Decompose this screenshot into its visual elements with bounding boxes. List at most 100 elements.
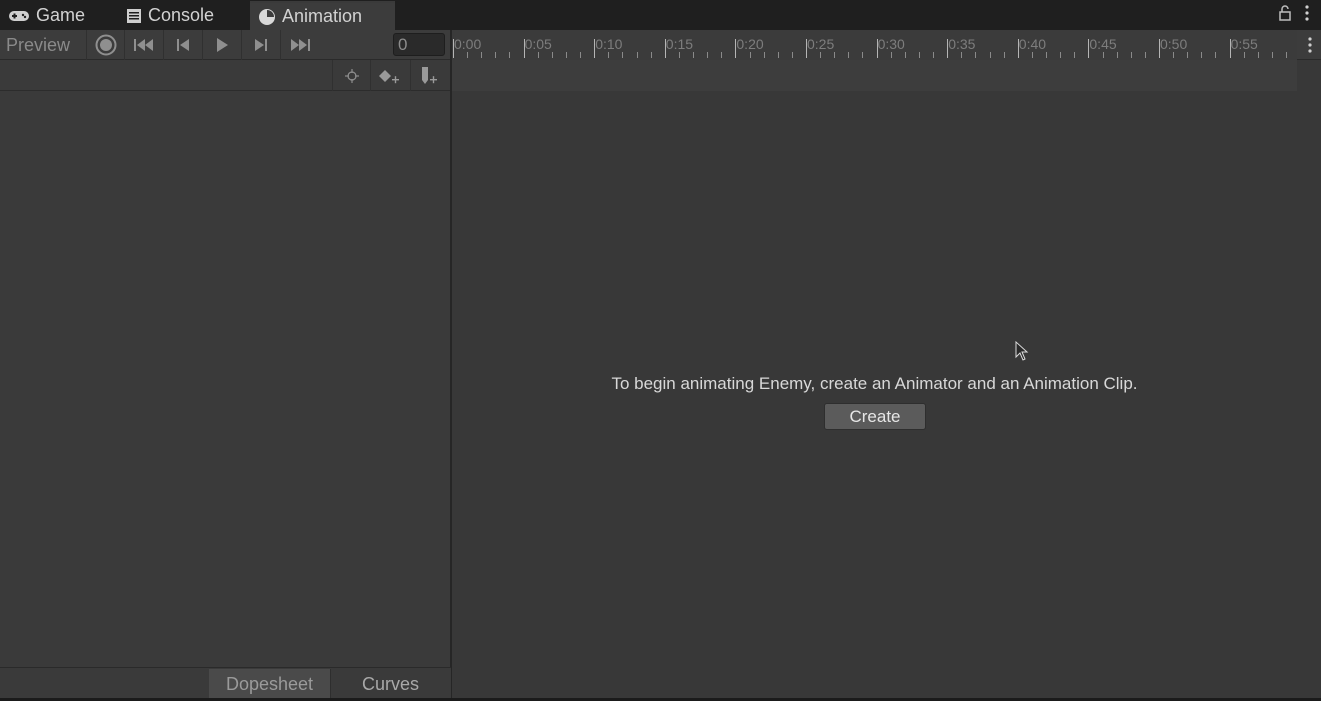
ruler-minor-tick bbox=[678, 52, 680, 58]
ruler-minor-tick bbox=[791, 52, 793, 58]
tab-animation-label: Animation bbox=[282, 6, 363, 26]
tab-curves[interactable]: Curves bbox=[330, 669, 450, 699]
first-key-button[interactable] bbox=[124, 30, 162, 60]
ruler-minor-tick bbox=[848, 52, 850, 58]
ruler-minor-tick bbox=[707, 52, 709, 58]
tab-animation[interactable]: Animation bbox=[250, 1, 395, 30]
ruler-minor-tick bbox=[1003, 52, 1005, 58]
ruler-tick-label: 0:10 bbox=[595, 36, 623, 52]
ruler-minor-tick bbox=[749, 52, 751, 58]
ruler-minor-tick bbox=[1201, 52, 1203, 58]
ruler-tick-label: 0:25 bbox=[807, 36, 835, 52]
ruler-minor-tick bbox=[1215, 52, 1217, 58]
view-mode-bar: Dopesheet Curves bbox=[0, 667, 451, 699]
lock-icon[interactable] bbox=[1279, 5, 1291, 21]
tab-game[interactable]: Game bbox=[0, 1, 112, 30]
ruler-minor-tick bbox=[1173, 52, 1175, 58]
first-key-icon bbox=[133, 39, 153, 51]
kebab-menu-icon bbox=[1307, 37, 1312, 53]
ruler-minor-tick bbox=[904, 52, 906, 58]
window-controls bbox=[1279, 5, 1309, 21]
timeline-ruler[interactable]: 0:00 0:05 0:10 0:15 0:20 0:25 0:30 0:35 0:40 0:45… bbox=[451, 30, 1297, 60]
preview-toggle[interactable]: Preview bbox=[0, 30, 86, 60]
ruler-minor-tick bbox=[1243, 52, 1245, 58]
play-button[interactable] bbox=[202, 30, 240, 60]
ruler-minor-tick bbox=[495, 52, 497, 58]
ruler-minor-tick bbox=[721, 52, 723, 58]
ruler-minor-tick bbox=[565, 52, 567, 58]
property-list-pane bbox=[0, 91, 451, 667]
add-event-icon bbox=[421, 66, 437, 84]
ruler-minor-tick bbox=[693, 52, 695, 58]
gamepad-icon bbox=[9, 10, 29, 21]
ruler-minor-tick bbox=[580, 52, 582, 58]
ruler-minor-tick bbox=[862, 52, 864, 58]
ruler-minor-tick bbox=[1130, 52, 1132, 58]
ruler-minor-tick bbox=[467, 52, 469, 58]
timeline-pane[interactable] bbox=[452, 91, 1321, 698]
timeline-options[interactable] bbox=[1298, 30, 1321, 60]
prev-key-button[interactable] bbox=[163, 30, 201, 60]
ruler-minor-tick bbox=[933, 52, 935, 58]
add-keyframe-icon bbox=[378, 69, 399, 83]
ruler-minor-tick bbox=[622, 52, 624, 58]
mouse-cursor-icon bbox=[1015, 341, 1029, 361]
frame-number-field[interactable]: 0 bbox=[393, 33, 445, 56]
ruler-tick-label: 0:05 bbox=[524, 36, 552, 52]
ruler-minor-tick bbox=[1116, 52, 1118, 58]
last-key-button[interactable] bbox=[280, 30, 318, 60]
ruler-minor-tick bbox=[777, 52, 779, 58]
prev-key-icon bbox=[176, 39, 189, 51]
ruler-minor-tick bbox=[636, 52, 638, 58]
add-keyframe-button[interactable] bbox=[370, 60, 408, 91]
tab-dopesheet[interactable]: Dopesheet bbox=[209, 669, 330, 699]
keyframe-toolbar bbox=[0, 60, 451, 91]
ruler-minor-tick bbox=[481, 52, 483, 58]
tab-console[interactable]: Console bbox=[118, 1, 248, 30]
ruler-minor-tick bbox=[1074, 52, 1076, 58]
ruler-tick-label: 0:30 bbox=[877, 36, 905, 52]
record-button[interactable] bbox=[86, 30, 124, 60]
create-button[interactable]: Create bbox=[824, 403, 926, 430]
ruler-minor-tick bbox=[961, 52, 963, 58]
ruler-minor-tick bbox=[763, 52, 765, 58]
ruler-tick-label: 0:35 bbox=[948, 36, 976, 52]
ruler-minor-tick bbox=[551, 52, 553, 58]
pane-divider[interactable] bbox=[450, 30, 452, 701]
ruler-tick-label: 0:00 bbox=[454, 36, 482, 52]
kebab-menu-icon[interactable] bbox=[1305, 5, 1309, 21]
ruler-minor-tick bbox=[1187, 52, 1189, 58]
ruler-minor-tick bbox=[1031, 52, 1033, 58]
editor-tab-bar: Game Console Animation bbox=[0, 0, 1321, 30]
last-key-icon bbox=[290, 39, 310, 51]
ruler-tick-label: 0:40 bbox=[1018, 36, 1047, 52]
ruler-minor-tick bbox=[820, 52, 822, 58]
ruler-minor-tick bbox=[975, 52, 977, 58]
ruler-minor-tick bbox=[918, 52, 920, 58]
event-track[interactable] bbox=[451, 60, 1297, 91]
ruler-minor-tick bbox=[1046, 52, 1048, 58]
ruler-minor-tick bbox=[650, 52, 652, 58]
ruler-tick-label: 0:20 bbox=[736, 36, 764, 52]
ruler-minor-tick bbox=[1144, 52, 1146, 58]
empty-state-message: To begin animating Enemy, create an Anim… bbox=[611, 374, 1138, 393]
ruler-minor-tick bbox=[1271, 52, 1273, 58]
ruler-minor-tick bbox=[1257, 52, 1259, 58]
ruler-tick-label: 0:45 bbox=[1089, 36, 1117, 52]
ruler-tick-label: 0:55 bbox=[1230, 36, 1258, 52]
ruler-minor-tick bbox=[834, 52, 836, 58]
ruler-minor-tick bbox=[989, 52, 991, 58]
tab-console-label: Console bbox=[148, 5, 215, 25]
ruler-minor-tick bbox=[890, 52, 892, 58]
ruler-minor-tick bbox=[608, 52, 610, 58]
ruler-tick-label: 0:15 bbox=[665, 36, 694, 52]
add-event-button[interactable] bbox=[410, 60, 448, 91]
ruler-tick-label: 0:50 bbox=[1160, 36, 1188, 52]
next-key-button[interactable] bbox=[241, 30, 279, 60]
ruler-minor-tick bbox=[1060, 52, 1062, 58]
next-key-icon bbox=[254, 39, 267, 51]
record-icon bbox=[95, 34, 116, 56]
ruler-minor-tick bbox=[1286, 52, 1288, 58]
ruler-minor-tick bbox=[509, 52, 511, 58]
filter-by-selection-button[interactable] bbox=[332, 60, 370, 91]
